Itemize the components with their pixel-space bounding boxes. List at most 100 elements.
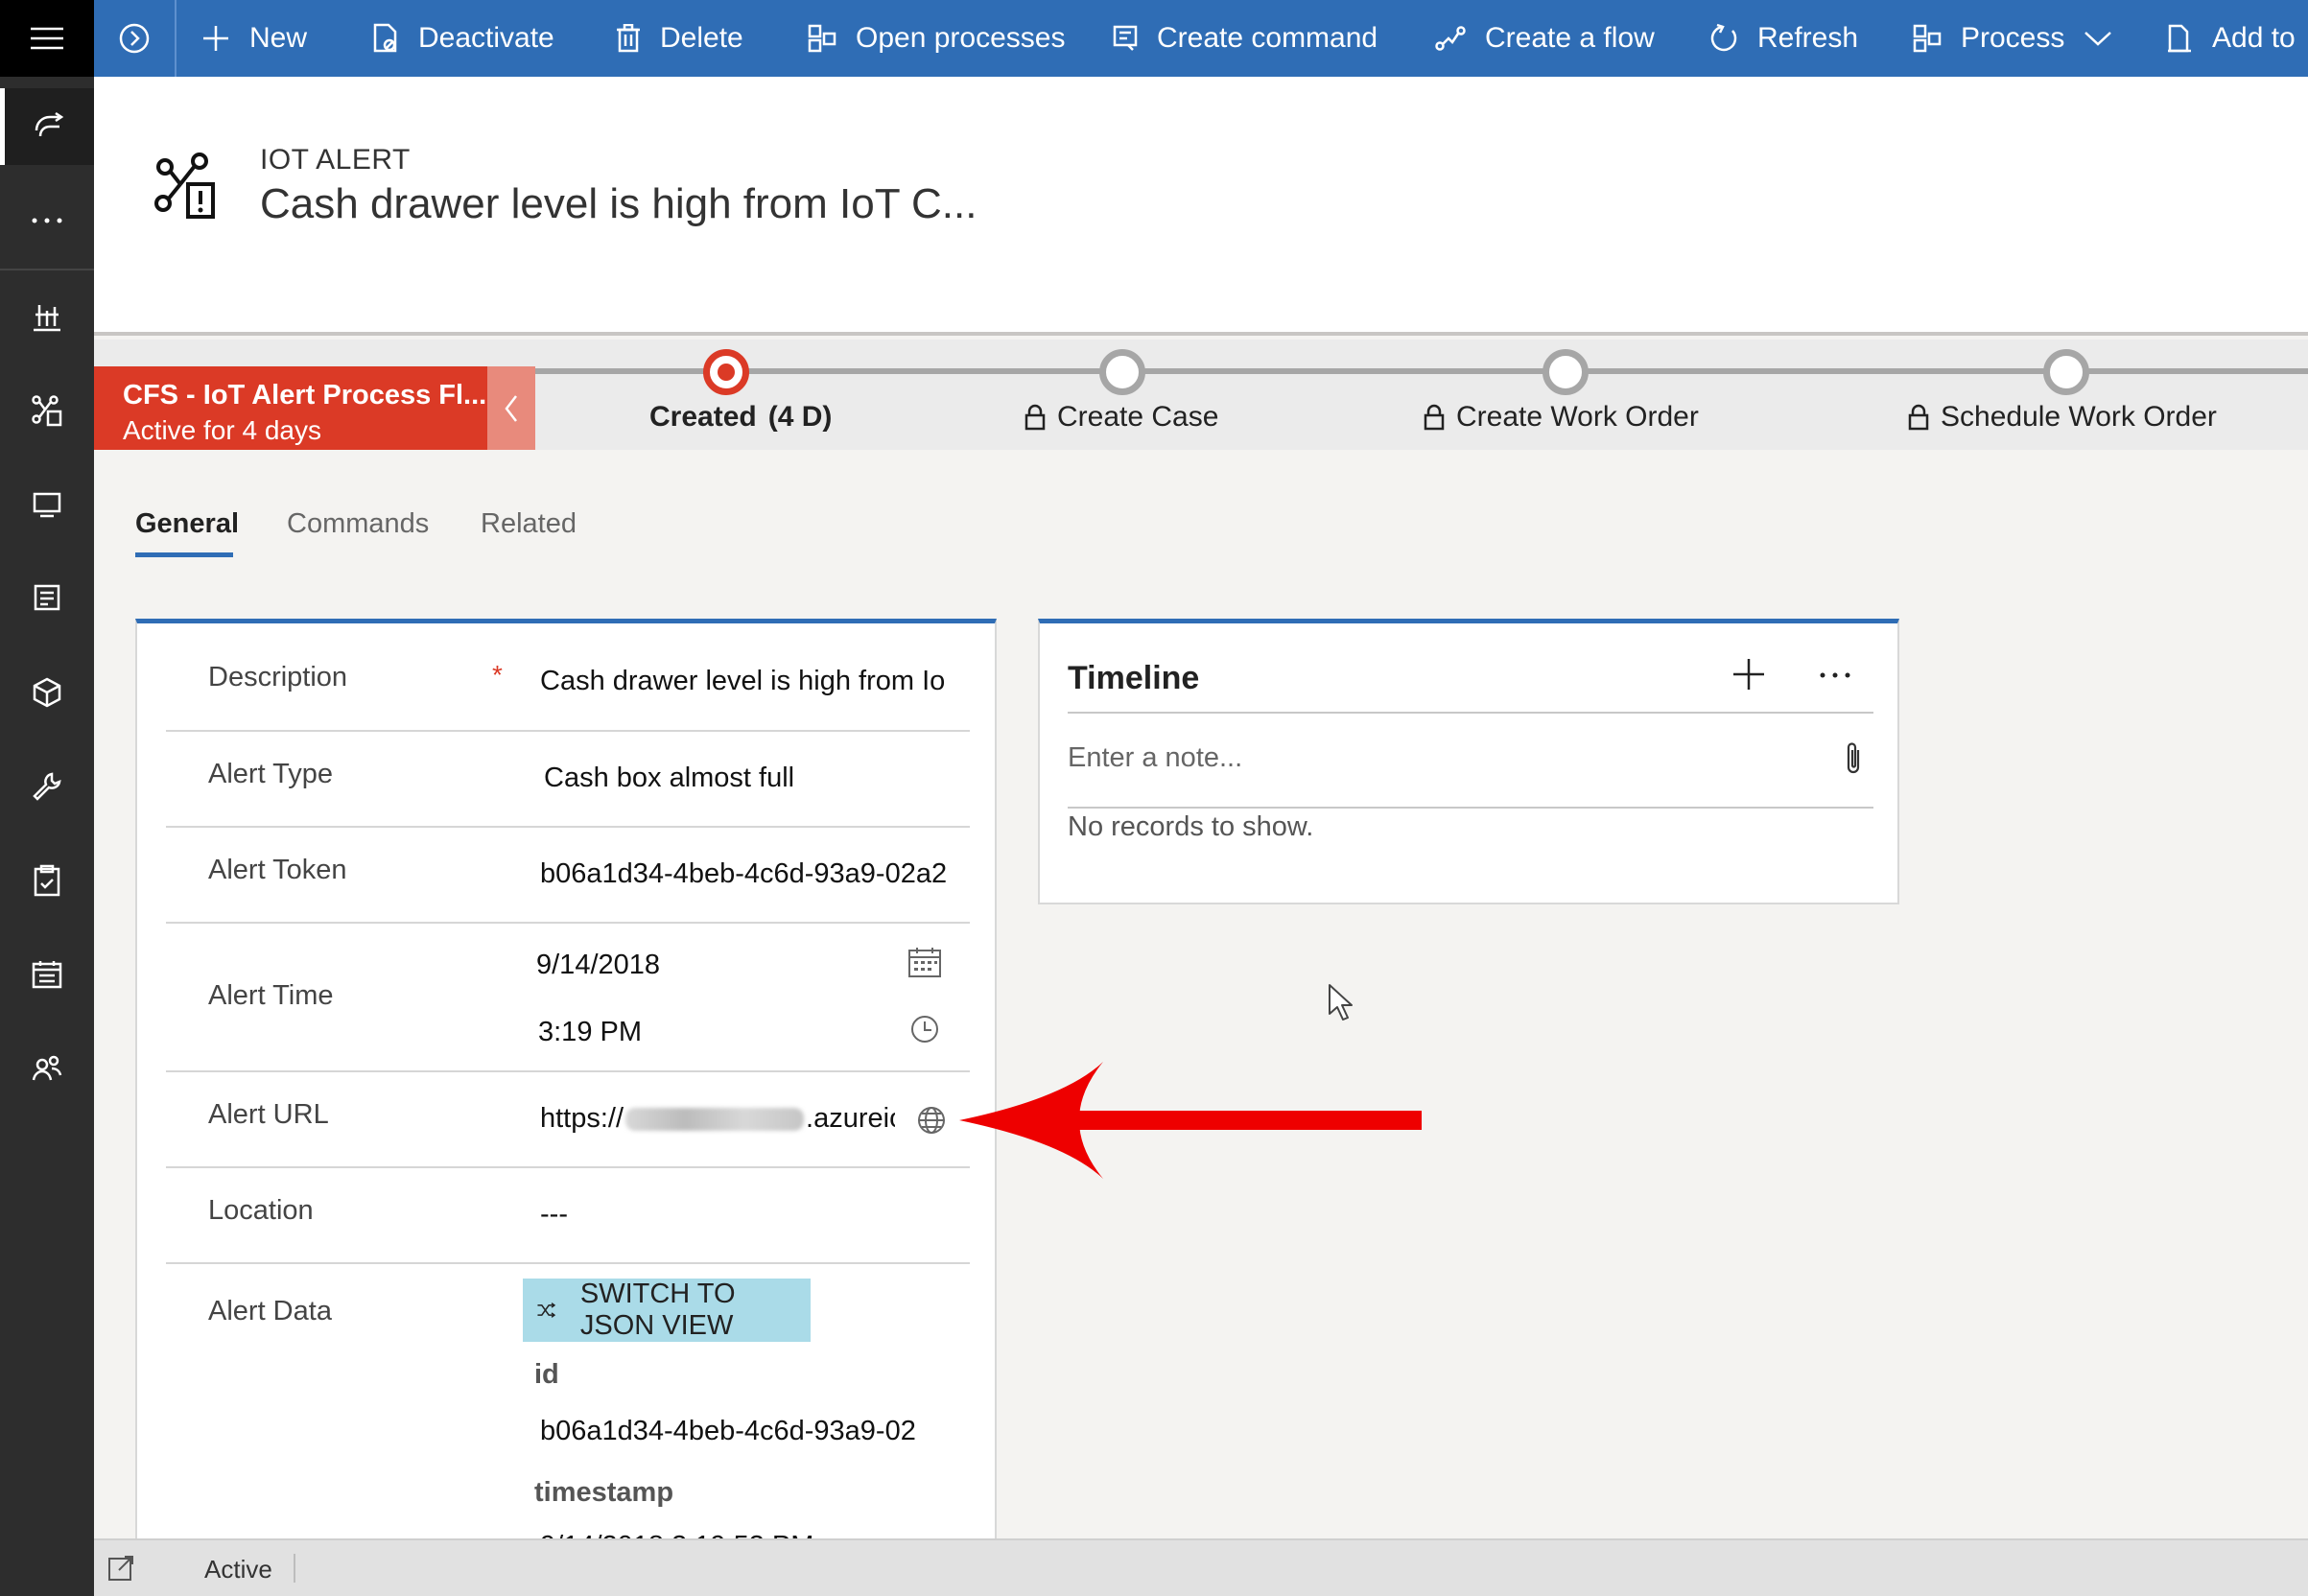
deactivate-button[interactable]: Deactivate [372, 0, 554, 77]
business-process-flow: CFS - IoT Alert Process Fl... Active for… [94, 340, 2308, 450]
rail-more-button[interactable] [0, 182, 94, 259]
status-divider [294, 1554, 295, 1583]
rail-item-iot-alerts[interactable] [0, 372, 94, 449]
entity-type-label: IOT ALERT [260, 144, 411, 176]
bpf-collapse-button[interactable] [487, 366, 535, 450]
alert-url-field[interactable]: https:// .azureiotce [540, 1103, 895, 1135]
globe-icon[interactable] [916, 1105, 947, 1136]
create-command-button[interactable]: Create command [1113, 0, 1378, 77]
row-separator [166, 826, 970, 828]
row-separator [166, 1262, 970, 1264]
row-separator [166, 730, 970, 732]
dashboard-icon [34, 305, 60, 332]
stage-schedule-work-order[interactable]: Schedule Work Order [1908, 401, 2217, 434]
open-processes-button[interactable]: Open processes [808, 0, 1065, 77]
shuffle-icon [537, 1303, 556, 1318]
description-field[interactable]: Cash drawer level is high from Io [540, 666, 1087, 697]
refresh-button[interactable]: Refresh [1707, 0, 1858, 77]
rail-item-devices[interactable] [0, 466, 94, 543]
rail-item-work-orders[interactable] [0, 842, 94, 919]
lock-icon [1424, 404, 1445, 431]
alert-data-id-value: b06a1d34-4beb-4c6d-93a9-02 [540, 1416, 916, 1446]
rail-item-products[interactable] [0, 654, 94, 731]
rail-item-schedule[interactable] [0, 936, 94, 1013]
device-icon [33, 492, 61, 518]
process-icon [1913, 24, 1942, 53]
process-button[interactable]: Process [1913, 0, 2112, 77]
stage-node-created[interactable] [703, 349, 749, 395]
switch-to-json-view-button[interactable]: SWITCH TO JSON VIEW [523, 1279, 811, 1342]
more-icon [32, 218, 62, 223]
hamburger-menu-button[interactable] [0, 0, 94, 77]
tab-selected-indicator [135, 552, 233, 557]
command-bar: New Deactivate Delete Open processes Cre… [94, 0, 2308, 77]
status-bar: Active [94, 1538, 2308, 1596]
delete-button[interactable]: Delete [616, 0, 743, 77]
paperclip-icon[interactable] [1844, 740, 1865, 777]
rail-item-commands[interactable] [0, 560, 94, 637]
record-status: Active [204, 1555, 272, 1584]
alert-clock-field[interactable]: 3:19 PM [538, 1017, 642, 1048]
clock-icon[interactable] [909, 1014, 940, 1044]
alert-date-field[interactable]: 9/14/2018 [536, 950, 660, 981]
command-icon [34, 584, 60, 611]
circle-chevron-right-icon [119, 23, 150, 54]
bpf-track [535, 368, 2308, 374]
chevron-down-icon [2084, 32, 2112, 46]
rail-item-tools[interactable] [0, 748, 94, 825]
location-label: Location [208, 1195, 314, 1226]
trash-icon [617, 24, 640, 53]
required-indicator: * [492, 660, 503, 690]
rail-item-contacts[interactable] [0, 1030, 94, 1107]
iot-alert-entity-icon [154, 153, 215, 219]
switch-to-json-view-label: SWITCH TO JSON VIEW [579, 1279, 736, 1341]
clipboard-icon [34, 864, 60, 897]
stage-create-case-label: Create Case [1057, 401, 1219, 433]
alert-data-label: Alert Data [208, 1296, 332, 1326]
lock-icon [1024, 404, 1046, 431]
back-button[interactable] [94, 0, 177, 77]
stage-node-create-work-order[interactable] [1543, 349, 1589, 395]
tab-related[interactable]: Related [481, 508, 577, 540]
note-input[interactable] [1068, 739, 1816, 777]
create-flow-label: Create a flow [1485, 22, 1655, 54]
plus-icon [203, 26, 228, 51]
rail-item-home[interactable] [0, 88, 94, 165]
alert-token-label: Alert Token [208, 855, 347, 885]
open-in-window-icon[interactable] [107, 1555, 134, 1582]
location-field[interactable]: --- [540, 1199, 568, 1231]
general-section: Description * Cash drawer level is high … [135, 619, 997, 1596]
stage-node-schedule-work-order[interactable] [2043, 349, 2089, 395]
alert-data-id-key: id [534, 1359, 559, 1390]
new-button[interactable]: New [201, 0, 307, 77]
flow-icon [1435, 26, 1466, 51]
timeline-divider [1068, 807, 1873, 809]
more-options-icon[interactable] [1819, 671, 1851, 679]
calendar-icon [32, 961, 62, 989]
alert-time-label: Alert Time [208, 980, 334, 1011]
alert-url-suffix: .azureiotce [806, 1103, 895, 1134]
bpf-process-box[interactable]: CFS - IoT Alert Process Fl... Active for… [94, 366, 487, 450]
create-flow-button[interactable]: Create a flow [1435, 0, 1655, 77]
tab-general[interactable]: General [135, 508, 239, 540]
rail-item-dashboards[interactable] [0, 278, 94, 355]
calendar-icon[interactable] [907, 946, 942, 978]
refresh-icon [1710, 23, 1737, 52]
stage-create-work-order[interactable]: Create Work Order [1424, 401, 1699, 434]
iot-alert-icon [32, 395, 62, 427]
left-nav-rail [0, 0, 94, 1596]
timeline-empty-message: No records to show. [1068, 811, 1314, 842]
alert-token-field[interactable]: b06a1d34-4beb-4c6d-93a9-02a2 [540, 858, 951, 890]
stage-created[interactable]: Created (4 D) [649, 401, 832, 434]
alert-type-field[interactable]: Cash box almost full [544, 763, 794, 794]
stage-create-case[interactable]: Create Case [1024, 401, 1218, 434]
stage-created-label: Created [649, 401, 757, 433]
add-to-button[interactable]: Add to [2166, 0, 2296, 77]
bpf-process-name: CFS - IoT Alert Process Fl... [123, 380, 487, 411]
stage-node-create-case[interactable] [1099, 349, 1145, 395]
record-title: Cash drawer level is high from IoT C... [260, 180, 977, 227]
create-command-label: Create command [1157, 22, 1378, 54]
add-timeline-item-icon[interactable] [1731, 656, 1767, 692]
tab-commands[interactable]: Commands [287, 508, 429, 540]
deactivate-button-label: Deactivate [418, 22, 554, 54]
